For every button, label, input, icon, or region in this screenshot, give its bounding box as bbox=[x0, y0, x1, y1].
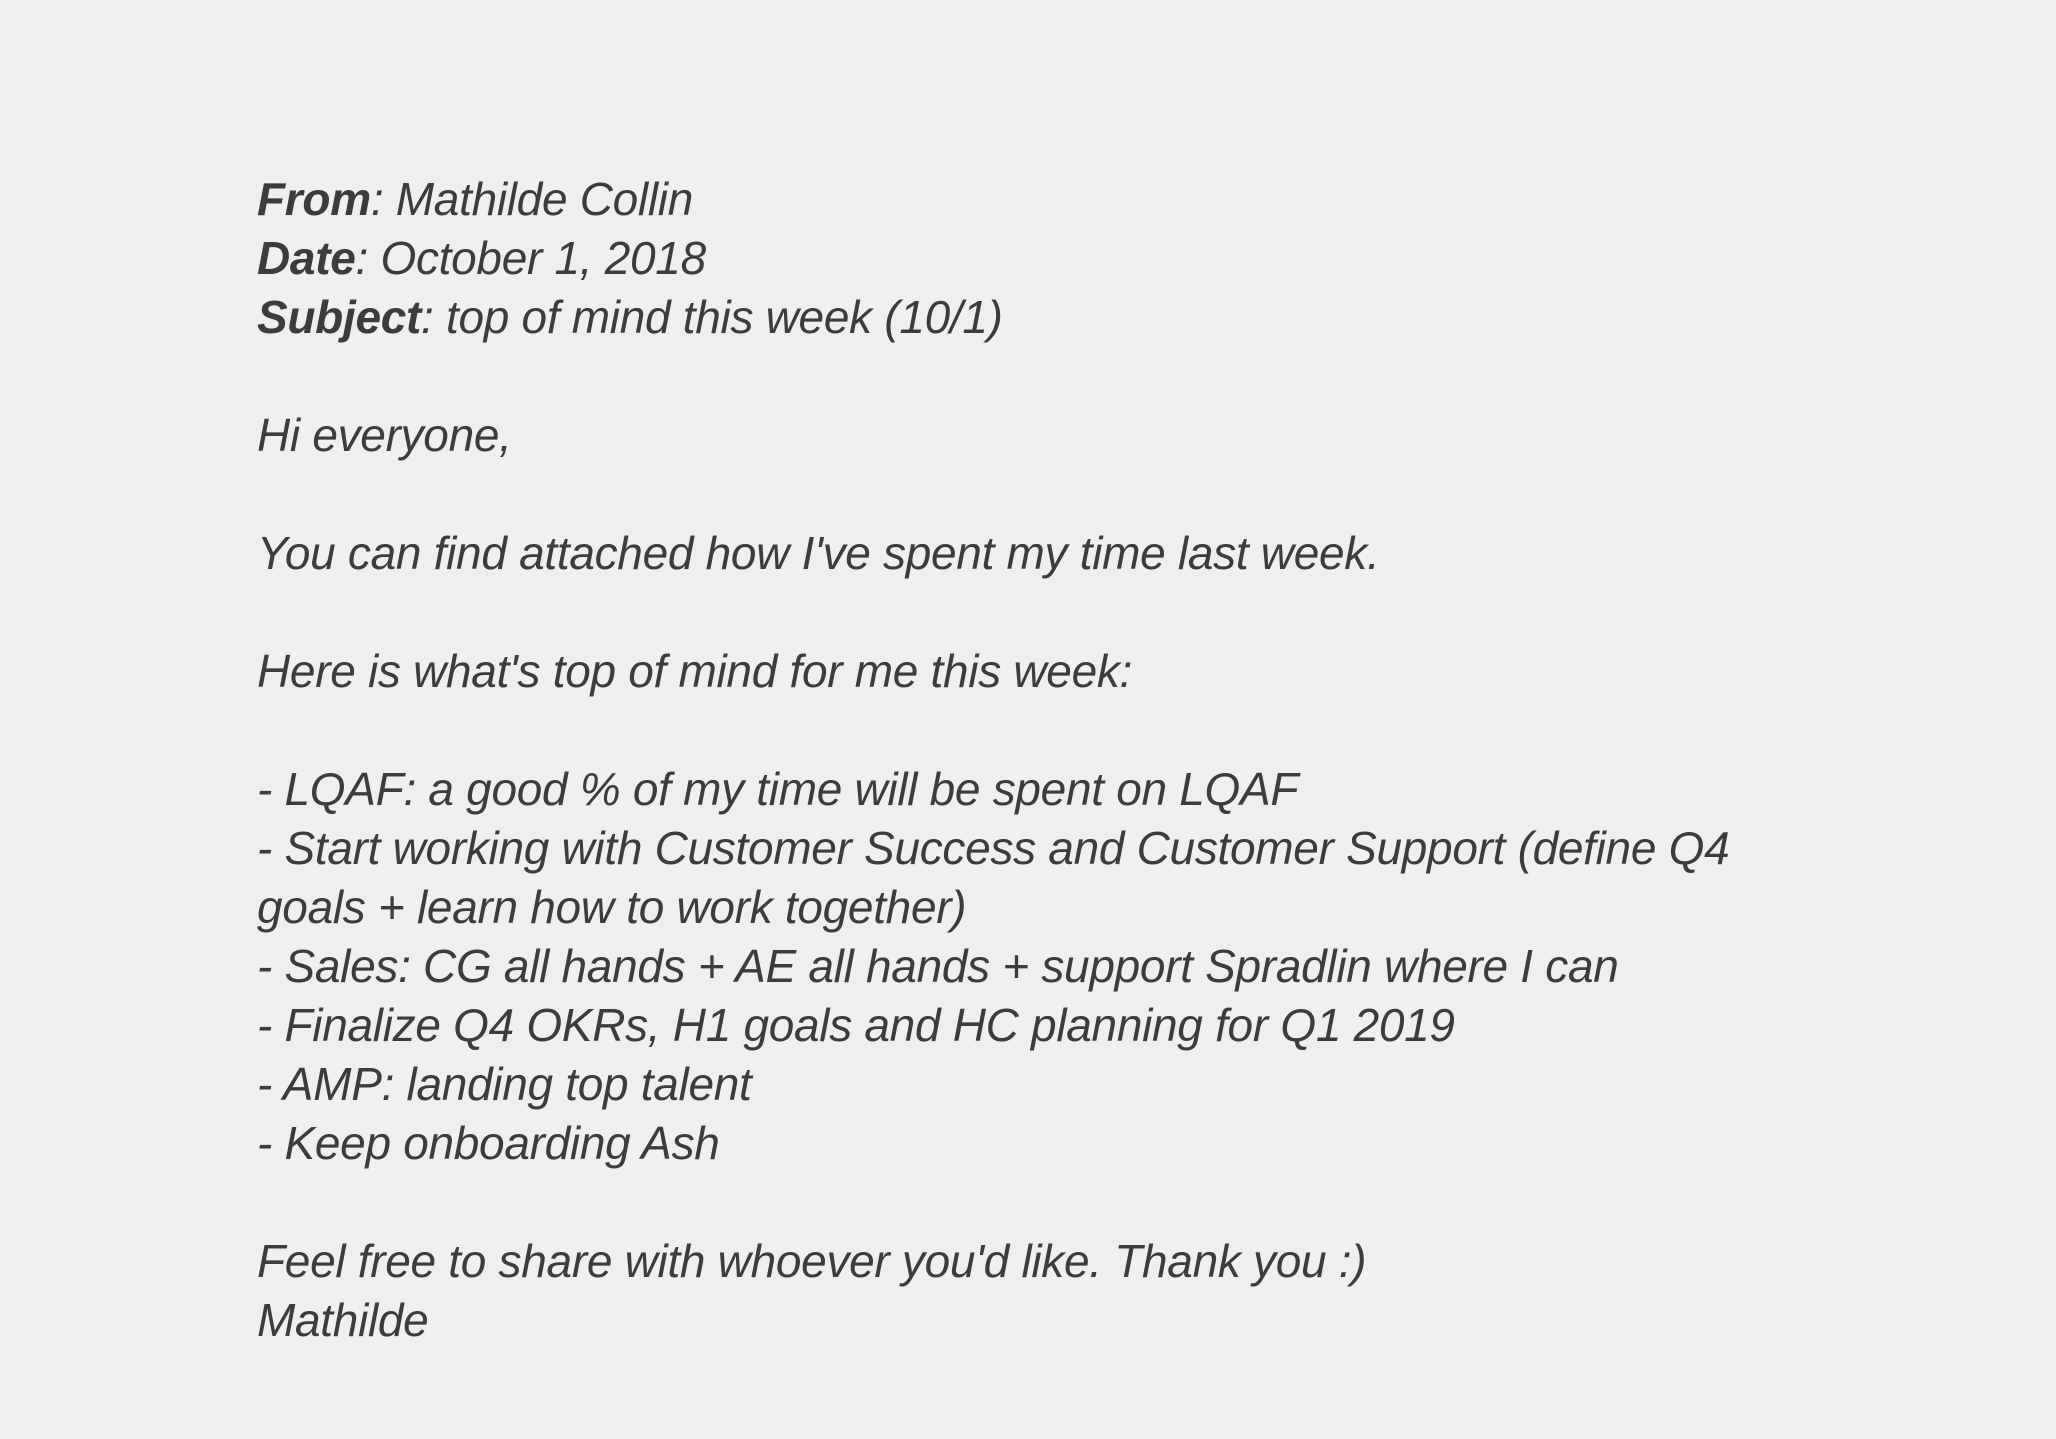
list-item: - Keep onboarding Ash bbox=[257, 1117, 720, 1169]
top-of-mind-list: - LQAF: a good % of my time will be spen… bbox=[257, 760, 1957, 1173]
signature: Mathilde bbox=[257, 1294, 429, 1346]
list-item: - Start working with Customer Success an… bbox=[257, 822, 1730, 933]
from-value: Mathilde Collin bbox=[395, 173, 694, 225]
subject-value: top of mind this week (10/1) bbox=[446, 291, 1003, 343]
from-label: From bbox=[257, 173, 371, 225]
list-item: - Finalize Q4 OKRs, H1 goals and HC plan… bbox=[257, 999, 1455, 1051]
subject-label: Subject bbox=[257, 291, 422, 343]
subject-line: Subject: top of mind this week (10/1) bbox=[257, 288, 1957, 347]
from-colon: : bbox=[370, 173, 396, 225]
body-paragraph-1: You can find attached how I've spent my … bbox=[257, 527, 1380, 579]
list-item: - LQAF: a good % of my time will be spen… bbox=[257, 763, 1299, 815]
subject-colon: : bbox=[421, 291, 447, 343]
date-line: Date: October 1, 2018 bbox=[257, 229, 1957, 288]
greeting: Hi everyone, bbox=[257, 409, 512, 461]
date-colon: : bbox=[355, 232, 381, 284]
from-line: From: Mathilde Collin bbox=[257, 170, 1957, 229]
closing-line: Feel free to share with whoever you'd li… bbox=[257, 1235, 1367, 1287]
date-value: October 1, 2018 bbox=[380, 232, 706, 284]
body-paragraph-2: Here is what's top of mind for me this w… bbox=[257, 645, 1133, 697]
list-item: - AMP: landing top talent bbox=[257, 1058, 752, 1110]
email-message: From: Mathilde Collin Date: October 1, 2… bbox=[257, 170, 1957, 1350]
date-label: Date bbox=[257, 232, 356, 284]
list-item: - Sales: CG all hands + AE all hands + s… bbox=[257, 940, 1619, 992]
